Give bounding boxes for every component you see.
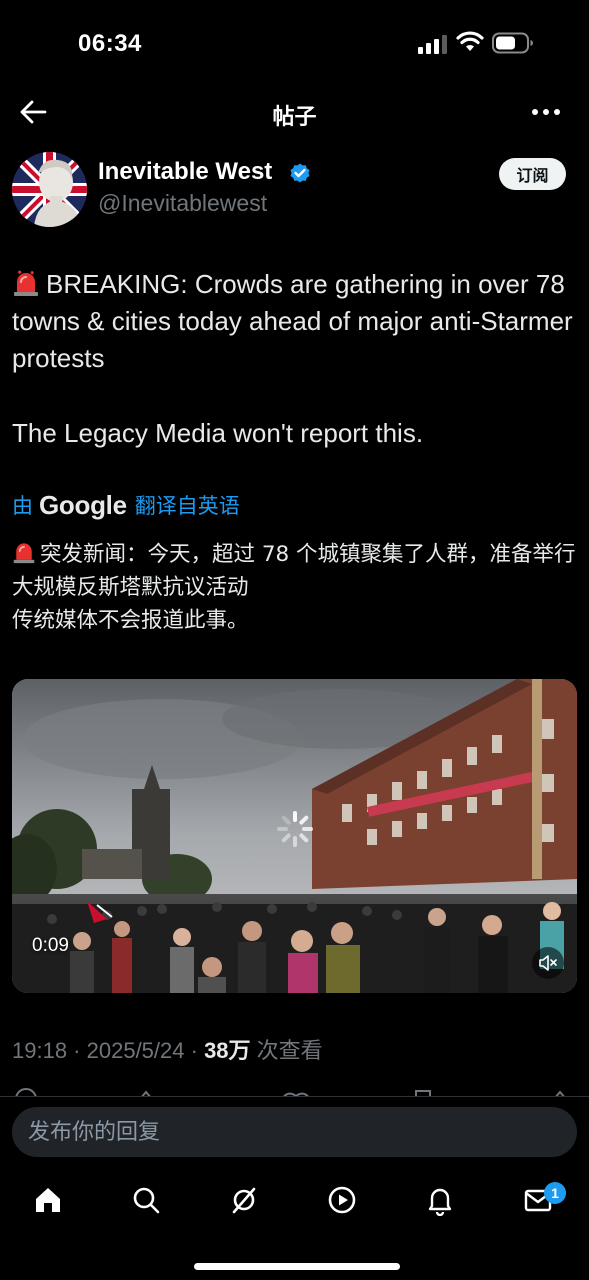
tab-search[interactable]	[126, 1184, 166, 1218]
translated-paragraph: 突发新闻：今天，超过 78 个城镇聚集了人群，准备举行大规模反斯塔默抗议活动	[12, 538, 577, 604]
tab-grok[interactable]	[224, 1184, 264, 1218]
siren-emoji-icon	[13, 543, 35, 564]
messages-badge: 1	[544, 1182, 566, 1204]
grok-icon	[232, 1187, 256, 1214]
tab-notifications[interactable]	[420, 1184, 460, 1218]
video-elapsed-time: 0:09	[32, 935, 69, 956]
cellular-signal-icon	[418, 35, 447, 54]
tweet-line-1: BREAKING: Crowds are gathering in over 7…	[12, 269, 573, 373]
reply-input[interactable]	[12, 1107, 577, 1157]
mute-toggle-button[interactable]	[532, 947, 564, 979]
translated-by-label: 由	[12, 494, 33, 518]
tab-home[interactable]	[28, 1184, 68, 1218]
battery-icon	[492, 32, 533, 54]
loading-spinner-icon	[277, 811, 313, 847]
page-title: 帖子	[272, 104, 317, 129]
tweet-paragraph: BREAKING: Crowds are gathering in over 7…	[12, 266, 577, 377]
view-count[interactable]: 38万	[204, 1038, 250, 1063]
subscribe-button[interactable]: 订阅	[499, 158, 566, 190]
home-indicator[interactable]	[194, 1263, 400, 1270]
avatar[interactable]	[12, 152, 87, 227]
siren-emoji-icon	[14, 270, 38, 296]
avatar-image	[12, 152, 87, 227]
author-display-name[interactable]: Inevitable West	[98, 158, 272, 186]
post-time: 19:18	[12, 1038, 68, 1063]
home-icon	[36, 1188, 60, 1212]
nav-header: 帖子	[0, 88, 589, 138]
post-detail-screen: 06:34 帖子 Inevitable West @Inevitablewest…	[0, 0, 589, 1280]
video-icon	[328, 1186, 356, 1214]
tab-video[interactable]	[322, 1184, 362, 1218]
post-date: 2025/5/24	[86, 1038, 185, 1063]
status-bar: 06:34	[0, 0, 589, 88]
notifications-icon	[428, 1188, 452, 1216]
tweet-text: BREAKING: Crowds are gathering in over 7…	[12, 266, 577, 452]
more-options-icon[interactable]	[528, 98, 564, 126]
tweet-line-2: The Legacy Media won't report this.	[12, 418, 424, 448]
search-icon	[133, 1187, 160, 1214]
wifi-icon	[456, 31, 484, 51]
status-time: 06:34	[78, 30, 142, 57]
translated-text: 突发新闻：今天，超过 78 个城镇聚集了人群，准备举行大规模反斯塔默抗议活动 传…	[12, 538, 577, 637]
google-wordmark: Google	[39, 489, 127, 520]
post-meta: 19:18 · 2025/5/24 · 38万 次查看	[12, 1038, 323, 1064]
translated-line-2: 传统媒体不会报道此事。	[12, 608, 249, 633]
muted-speaker-icon	[539, 955, 557, 971]
translated-line-1: 突发新闻：今天，超过 78 个城镇聚集了人群，准备举行大规模反斯塔默抗议活动	[12, 542, 576, 600]
translation-attribution[interactable]: 由 Google 翻译自英语	[12, 488, 240, 522]
view-count-label: 次查看	[256, 1039, 323, 1064]
video-player[interactable]: 0:09	[12, 679, 577, 993]
verified-badge-icon	[290, 163, 310, 183]
author-handle[interactable]: @Inevitablewest	[98, 190, 267, 217]
reply-composer	[0, 1096, 589, 1168]
translated-from-label: 翻译自英语	[134, 494, 240, 518]
